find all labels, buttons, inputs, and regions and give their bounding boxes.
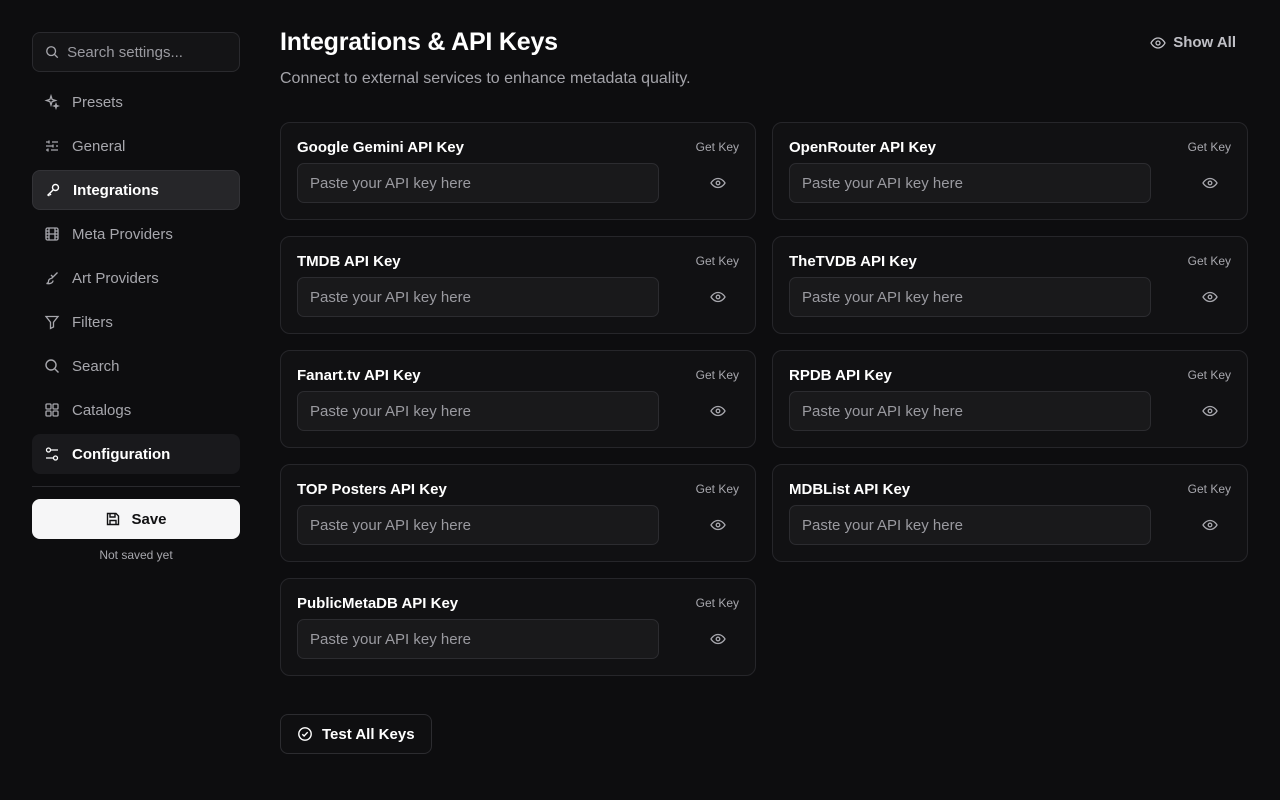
api-key-card-thetvdb: TheTVDB API Key Get Key [772,236,1248,334]
get-key-link[interactable]: Get Key [696,596,739,610]
sidebar-item-label: Meta Providers [72,225,173,243]
sidebar-item-filters[interactable]: Filters [32,302,240,342]
card-title: OpenRouter API Key [789,139,936,156]
api-key-input[interactable] [297,505,659,545]
show-all-label: Show All [1173,34,1236,51]
eye-icon[interactable] [1201,175,1219,191]
sidebar-item-label: Catalogs [72,401,132,419]
sidebar-item-presets[interactable]: Presets [32,82,240,122]
api-key-input[interactable] [789,391,1151,431]
api-key-card-fanart-tv: Fanart.tv API Key Get Key [280,350,756,448]
sidebar-item-meta-providers[interactable]: Meta Providers [32,214,240,254]
card-title: Fanart.tv API Key [297,367,421,384]
film-icon [45,227,59,241]
key-icon [47,183,60,197]
api-key-card-rpdb: RPDB API Key Get Key [772,350,1248,448]
eye-icon[interactable] [709,631,727,647]
sidebar-item-label: Filters [72,313,113,331]
paintbrush-icon [46,272,58,285]
search-icon [46,46,59,59]
settings-nav: Presets General Integrations Meta Provid… [32,82,240,474]
sidebar-item-catalogs[interactable]: Catalogs [32,390,240,430]
save-icon [107,512,120,526]
sidebar-item-search[interactable]: Search [32,346,240,386]
eye-icon [1150,36,1166,49]
eye-icon[interactable] [709,289,727,305]
eye-icon[interactable] [1201,403,1219,419]
api-key-card-mdblist: MDBList API Key Get Key [772,464,1248,562]
filter-icon [44,315,60,330]
get-key-link[interactable]: Get Key [1188,368,1231,382]
settings-sidebar: Presets General Integrations Meta Provid… [32,32,240,562]
eye-icon[interactable] [709,517,727,533]
eye-icon[interactable] [709,175,727,191]
card-title: RPDB API Key [789,367,892,384]
card-title: TheTVDB API Key [789,253,917,270]
eye-icon[interactable] [1201,289,1219,305]
test-all-keys-label: Test All Keys [322,725,415,743]
api-key-input[interactable] [789,163,1151,203]
api-key-card-top-posters: TOP Posters API Key Get Key [280,464,756,562]
api-key-grid: Google Gemini API Key Get Key OpenRouter… [280,122,1248,676]
eye-icon[interactable] [1201,517,1219,533]
sidebar-item-art-providers[interactable]: Art Providers [32,258,240,298]
api-key-card-tmdb: TMDB API Key Get Key [280,236,756,334]
sidebar-item-configuration[interactable]: Configuration [32,434,240,474]
api-key-card-google-gemini: Google Gemini API Key Get Key [280,122,756,220]
eye-icon[interactable] [709,403,727,419]
get-key-link[interactable]: Get Key [696,368,739,382]
check-circle-icon [298,727,312,741]
main-content: Integrations & API Keys Connect to exter… [280,28,1248,754]
get-key-link[interactable]: Get Key [696,140,739,154]
page-subtitle: Connect to external services to enhance … [280,70,691,87]
sidebar-item-label: Integrations [73,181,159,199]
sidebar-item-label: General [72,137,126,155]
get-key-link[interactable]: Get Key [1188,254,1231,268]
settings-search-input[interactable] [67,43,227,61]
api-key-card-publicmetadb: PublicMetaDB API Key Get Key [280,578,756,676]
save-button-label: Save [131,510,167,528]
sidebar-item-integrations[interactable]: Integrations [32,170,240,210]
test-all-keys-button[interactable]: Test All Keys [280,714,432,754]
get-key-link[interactable]: Get Key [1188,140,1231,154]
api-key-card-openrouter: OpenRouter API Key Get Key [772,122,1248,220]
api-key-input[interactable] [297,163,659,203]
get-key-link[interactable]: Get Key [696,482,739,496]
get-key-link[interactable]: Get Key [1188,482,1231,496]
sparkles-icon [44,94,60,110]
card-title: TOP Posters API Key [297,481,447,498]
get-key-link[interactable]: Get Key [696,254,739,268]
card-title: Google Gemini API Key [297,139,464,156]
search-icon [45,359,59,373]
card-title: MDBList API Key [789,481,911,498]
sidebar-divider [32,486,240,487]
api-key-input[interactable] [297,277,659,317]
save-button[interactable]: Save [32,499,240,539]
api-key-input[interactable] [297,391,659,431]
save-status: Not saved yet [99,548,173,562]
sidebar-item-label: Art Providers [72,269,159,287]
api-key-input[interactable] [297,619,659,659]
settings-sliders-icon [45,447,59,461]
sidebar-item-general[interactable]: General [32,126,240,166]
sidebar-item-label: Presets [72,93,123,111]
show-all-button[interactable]: Show All [1150,34,1236,51]
settings-search[interactable] [32,32,240,72]
card-title: PublicMetaDB API Key [297,595,459,612]
sidebar-item-label: Search [72,357,120,375]
api-key-input[interactable] [789,505,1151,545]
page-title: Integrations & API Keys [280,28,558,56]
api-key-input[interactable] [789,277,1151,317]
sidebar-item-label: Configuration [72,445,171,463]
grid-icon [45,403,59,417]
card-title: TMDB API Key [297,253,401,270]
sliders-icon [46,140,58,152]
